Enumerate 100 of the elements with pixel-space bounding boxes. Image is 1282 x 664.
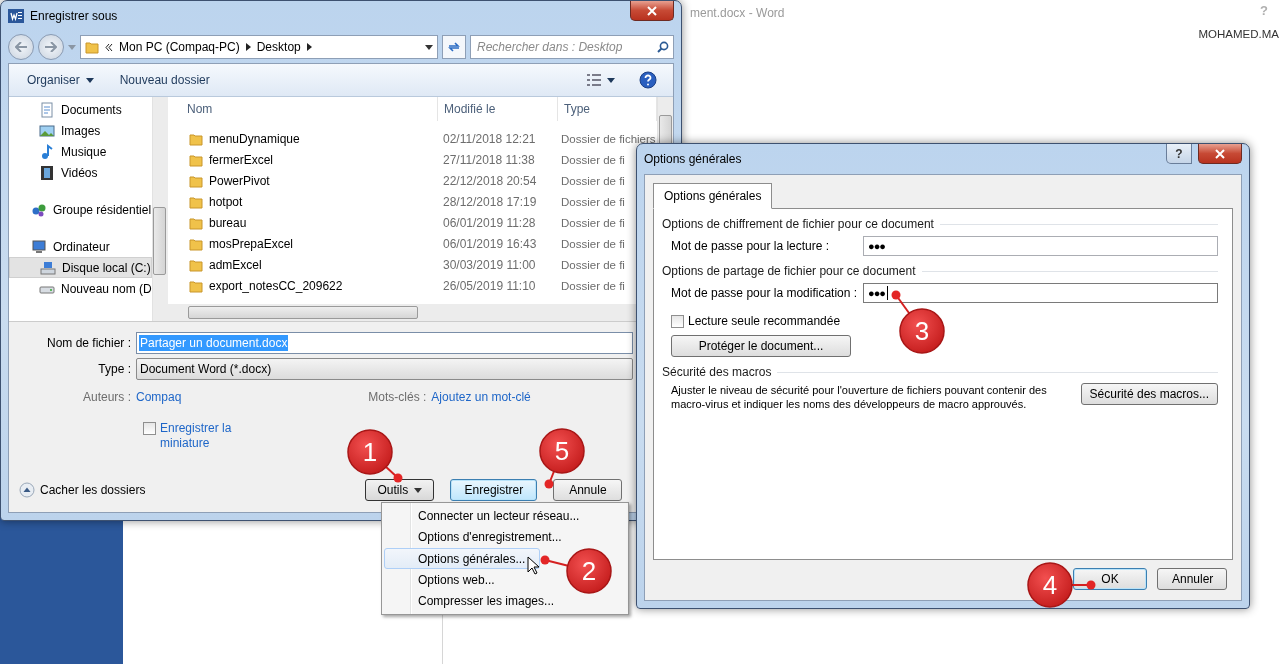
refresh-icon <box>447 41 461 53</box>
picture-icon <box>39 122 55 139</box>
table-cell-text: Dossier de fi <box>560 258 625 271</box>
tab[interactable]: Options générales <box>653 183 773 209</box>
table-cell-text: Dossier de fi <box>560 237 625 250</box>
mouse-pointer-icon <box>527 556 539 575</box>
table-cell-text: 06/01/2019 16:43 <box>442 236 538 251</box>
field-label: Mot de passe pour la modification : <box>671 286 859 300</box>
table-cell-text: Dossier de fi <box>560 153 625 166</box>
checkbox[interactable] <box>143 422 156 435</box>
nav-item[interactable]: Ordinateur <box>9 236 152 257</box>
selected-text: Partager un document.docx <box>139 335 289 351</box>
column-header[interactable]: Modifié le <box>438 97 558 121</box>
nav-item[interactable]: Vidéos <box>9 162 152 183</box>
right-arrow-icon <box>45 42 57 52</box>
file-name[interactable]: admExcel <box>168 257 438 272</box>
view-button[interactable] <box>585 72 617 88</box>
computer-icon <box>31 238 47 255</box>
close-button[interactable] <box>630 1 674 21</box>
scrollbar[interactable] <box>151 97 167 321</box>
nav-item[interactable]: Groupe résidentiel <box>9 199 152 220</box>
file-name[interactable]: bureau <box>168 215 438 230</box>
file-name[interactable]: mosPrepaExcel <box>168 236 438 251</box>
numbered-callout: 3 <box>891 290 945 354</box>
folder-icon <box>189 173 203 188</box>
section-title: Options de chiffrement de fichier pour ce document <box>662 217 934 231</box>
nav-item[interactable]: Images <box>9 120 152 141</box>
file-name[interactable]: menuDynamique <box>168 131 438 146</box>
dialog-button[interactable]: Annuler <box>1157 568 1227 590</box>
macro-security-button[interactable]: Sécurité des macros... <box>1080 383 1218 405</box>
table-cell-text: Dossier de fi <box>560 174 625 187</box>
refresh-button[interactable] <box>442 35 466 59</box>
help-icon[interactable] <box>639 71 657 89</box>
back-button[interactable] <box>8 34 34 60</box>
toolbar-button[interactable]: Organiser <box>25 71 96 89</box>
field-label: Nom de fichier : <box>45 336 132 350</box>
folder-icon <box>189 152 203 167</box>
double-chevron-icon <box>105 43 113 51</box>
table-cell-text: 28/12/2018 17:19 <box>442 194 538 209</box>
file-name[interactable]: fermerExcel <box>168 152 438 167</box>
dialog-button[interactable]: Enregistrer <box>450 479 538 501</box>
toolbar-button[interactable]: Nouveau dossier <box>117 71 212 89</box>
nav-item[interactable]: Disque local (C:) <box>9 257 152 278</box>
nav-item[interactable]: Documents <box>9 99 152 120</box>
hide-folders-button[interactable]: Cacher les dossiers <box>9 482 146 498</box>
folder-icon <box>189 215 203 230</box>
protect-button[interactable]: Protéger le document... <box>671 335 851 357</box>
folder-icon <box>189 278 203 293</box>
menu-item[interactable]: Options générales... <box>384 547 541 570</box>
dialog-title: Enregistrer sous <box>30 9 118 23</box>
help-button[interactable]: ? <box>1166 144 1192 164</box>
checkbox[interactable] <box>671 315 684 328</box>
dialog-button[interactable]: OK <box>1073 568 1147 590</box>
menu-item[interactable]: Options web... <box>384 569 510 591</box>
column-header[interactable]: Nom <box>168 97 438 121</box>
folder-icon <box>189 194 203 209</box>
password-field[interactable]: ●●● <box>863 283 1218 303</box>
table-cell-text: Dossier de fichiers <box>560 132 656 145</box>
table-cell-text: 02/11/2018 12:21 <box>442 131 537 146</box>
table-cell-text: Dossier de fi <box>560 279 625 292</box>
left-arrow-icon <box>15 42 27 52</box>
table-cell-text: 26/05/2019 11:10 <box>442 278 537 293</box>
caret-icon <box>85 77 94 83</box>
numbered-callout: 2 <box>540 548 612 594</box>
nav-item[interactable]: Nouveau nom (D <box>9 278 152 299</box>
caret-icon <box>425 44 433 50</box>
folder-icon <box>189 236 203 251</box>
forward-button[interactable] <box>38 34 64 60</box>
close-button[interactable] <box>1198 144 1242 164</box>
menu-item[interactable]: Connecter un lecteur réseau... <box>384 505 595 527</box>
drive-icon <box>40 259 56 276</box>
menu-item[interactable]: Options d'enregistrement... <box>384 526 577 548</box>
folder-icon <box>189 131 203 146</box>
keywords-link[interactable]: Ajoutez un mot-clé <box>431 390 531 404</box>
document-icon <box>39 101 55 118</box>
user-name[interactable]: MOHAMED.MA <box>1198 28 1279 40</box>
field-label: Mots-clés : <box>367 390 428 404</box>
numbered-callout: 1 <box>347 429 403 483</box>
table-cell-text: 27/11/2018 11:38 <box>442 152 536 167</box>
file-name[interactable]: export_notesCC_209622 <box>168 278 438 293</box>
dialog-title: Options générales <box>644 152 742 166</box>
nav-item[interactable]: Musique <box>9 141 152 162</box>
music-note-icon <box>39 143 55 160</box>
caret-icon <box>68 44 76 50</box>
caret-icon <box>414 487 423 493</box>
file-name[interactable]: hotpot <box>168 194 438 209</box>
address-bar[interactable]: Mon PC (Compaq-PC) Desktop <box>80 35 438 59</box>
dialog-button[interactable]: Outils <box>365 479 435 501</box>
search-field[interactable]: Rechercher dans : Desktop <box>470 35 674 59</box>
list-view-icon <box>587 74 601 86</box>
field-label: Auteurs : <box>81 390 132 404</box>
breadcrumb[interactable]: Desktop <box>256 40 301 54</box>
checkbox-label[interactable]: Lecture seule recommandée <box>688 314 841 328</box>
caret-icon <box>607 77 615 83</box>
checkbox-label[interactable]: Enregistrer la miniature <box>160 421 250 451</box>
type-dropdown[interactable]: Document Word (*.docx) <box>136 358 633 380</box>
authors-link[interactable]: Compaq <box>136 390 182 404</box>
password-field[interactable]: ●●● <box>863 236 1218 256</box>
file-name[interactable]: PowerPivot <box>168 173 438 188</box>
breadcrumb[interactable]: Mon PC (Compaq-PC) <box>119 40 240 54</box>
